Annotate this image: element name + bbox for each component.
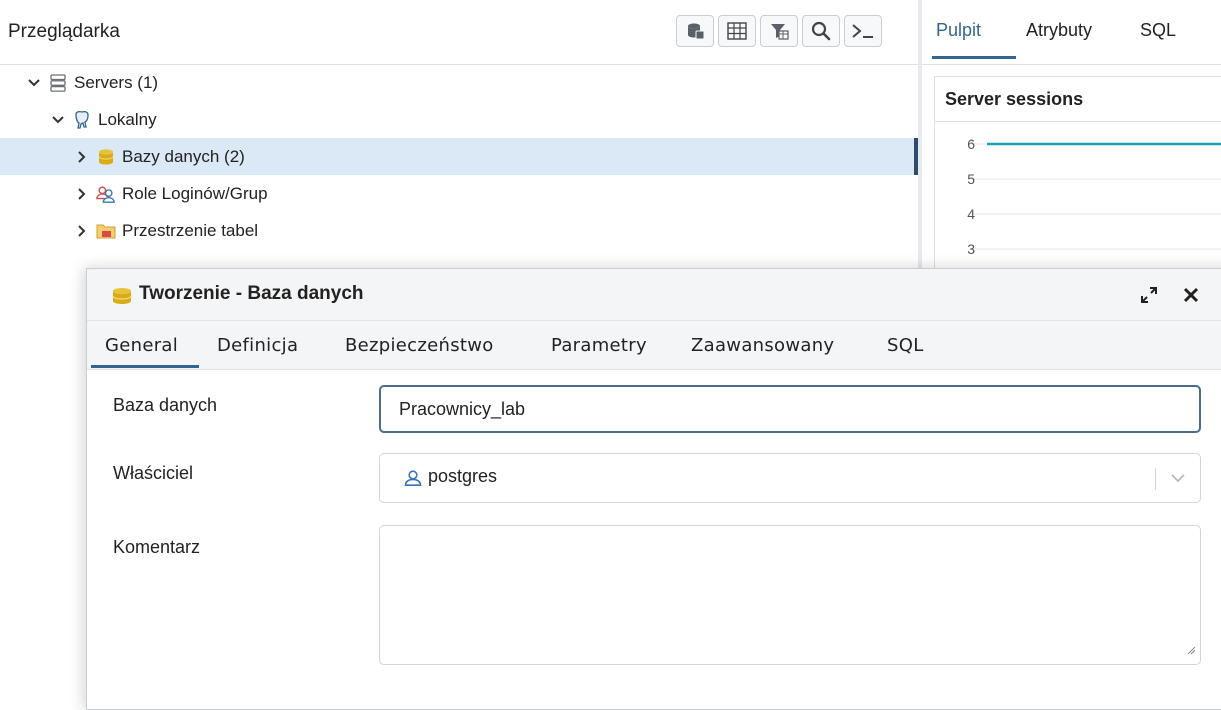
- psql-tool-button[interactable]: [844, 15, 882, 47]
- comment-textarea[interactable]: [379, 525, 1201, 665]
- object-tree: Servers (1) Lokalny Bazy danych (2) Role…: [0, 64, 918, 249]
- table-icon: [727, 22, 747, 40]
- tab-advanced[interactable]: Zaawansowany: [691, 335, 834, 356]
- dashboard-tabs: Pulpit Atrybuty SQL: [922, 0, 1221, 65]
- roles-icon: [96, 184, 116, 204]
- postgres-elephant-icon: [72, 110, 92, 130]
- chevron-down-icon[interactable]: [50, 112, 66, 128]
- database-name-input[interactable]: Pracownicy_lab: [379, 385, 1201, 433]
- browser-toolbar: [676, 15, 882, 47]
- database-name-value: Pracownicy_lab: [399, 399, 526, 419]
- owner-label: Właściciel: [113, 463, 194, 483]
- tree-item-server[interactable]: Lokalny: [0, 101, 918, 138]
- active-tab-indicator: [932, 56, 1016, 59]
- filtered-rows-button[interactable]: [760, 15, 798, 47]
- view-data-button[interactable]: [718, 15, 756, 47]
- tab-parameters[interactable]: Parametry: [551, 335, 647, 356]
- folder-icon: [96, 221, 116, 241]
- user-icon: [404, 470, 422, 491]
- database-icon: [111, 286, 133, 311]
- server-group-icon: [48, 73, 68, 93]
- maximize-button[interactable]: [1139, 285, 1159, 305]
- database-icon: [688, 23, 705, 40]
- tab-security[interactable]: Bezpieczeństwo: [345, 335, 494, 356]
- y-tick-label: 4: [967, 206, 975, 222]
- y-tick-label: 3: [967, 241, 975, 257]
- tree-item-roles[interactable]: Role Loginów/Grup: [0, 175, 918, 212]
- owner-select[interactable]: postgres: [379, 453, 1201, 503]
- search-icon: [811, 21, 831, 41]
- tab-general[interactable]: General: [105, 335, 178, 356]
- database-name-label: Baza danych: [113, 395, 218, 415]
- expand-icon: [1141, 287, 1157, 303]
- active-tab-indicator: [91, 365, 199, 368]
- tab-dashboard[interactable]: Pulpit: [936, 20, 981, 41]
- tree-item-label: Przestrzenie tabel: [122, 220, 259, 240]
- chevron-right-icon[interactable]: [74, 149, 90, 165]
- database-icon: [96, 147, 116, 167]
- search-objects-button[interactable]: [802, 15, 840, 47]
- tree-item-tablespaces[interactable]: Przestrzenie tabel: [0, 212, 918, 249]
- tree-item-label: Servers (1): [74, 72, 159, 92]
- card-title: Server sessions: [945, 89, 1084, 109]
- chevron-right-icon[interactable]: [74, 186, 90, 202]
- chevron-down-icon[interactable]: [1170, 470, 1186, 488]
- chevron-right-icon[interactable]: [74, 223, 90, 239]
- tree-item-servers[interactable]: Servers (1): [0, 64, 918, 101]
- owner-value: postgres: [428, 466, 498, 486]
- dialog-tabs: General Definicja Bezpieczeństwo Paramet…: [87, 321, 1221, 370]
- tree-item-label: Lokalny: [98, 109, 157, 129]
- select-divider: [1155, 468, 1156, 490]
- tab-properties[interactable]: Atrybuty: [1026, 20, 1092, 41]
- query-tool-button[interactable]: [676, 15, 714, 47]
- create-database-dialog: Tworzenie - Baza danych General Definicj…: [86, 268, 1221, 710]
- y-tick-label: 5: [967, 171, 975, 187]
- tree-item-label: Bazy danych (2): [122, 146, 245, 166]
- terminal-icon: [852, 24, 873, 38]
- dialog-header[interactable]: Tworzenie - Baza danych: [87, 269, 1221, 321]
- tree-item-databases[interactable]: Bazy danych (2): [0, 138, 918, 175]
- tree-item-label: Role Loginów/Grup: [122, 183, 268, 203]
- y-tick-label: 6: [967, 136, 975, 152]
- close-icon: [1183, 287, 1199, 303]
- comment-label: Komentarz: [113, 537, 201, 557]
- tab-sql[interactable]: SQL: [1140, 20, 1176, 41]
- filter-table-icon: [771, 24, 789, 40]
- resize-grip-icon[interactable]: [1186, 642, 1196, 660]
- chevron-down-icon[interactable]: [26, 75, 42, 91]
- browser-header: Przeglądarka: [0, 0, 918, 65]
- close-button[interactable]: [1181, 285, 1201, 305]
- tab-definition[interactable]: Definicja: [217, 335, 298, 356]
- tab-sql[interactable]: SQL: [887, 335, 924, 356]
- dialog-title: Tworzenie - Baza danych: [139, 283, 364, 304]
- browser-title: Przeglądarka: [8, 21, 120, 42]
